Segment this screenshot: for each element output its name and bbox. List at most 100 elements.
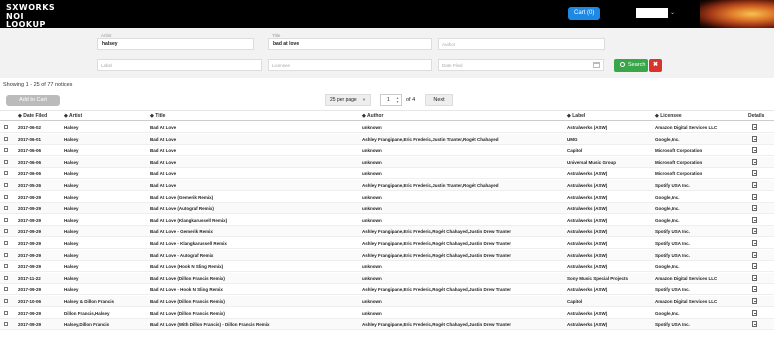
cell-title: Bad At Love: [150, 136, 177, 142]
table-row[interactable]: 2017-06-06 Halsey Bad At Love unknown Capito…: [0, 145, 774, 157]
cell-licensee: Spotify USA Inc.: [655, 287, 690, 293]
artist-field[interactable]: Artist halsey: [97, 33, 254, 50]
document-icon[interactable]: [752, 228, 757, 235]
table-row[interactable]: 2017-11-22 Halsey Bad At Love (Dillon Fran…: [0, 272, 774, 284]
row-checkbox[interactable]: [4, 241, 8, 245]
document-icon[interactable]: [752, 182, 757, 188]
cart-button[interactable]: Cart (0): [568, 7, 601, 20]
table-row[interactable]: 2017-09-29 Halsey Bad At Love (Klangkaruss…: [0, 215, 774, 226]
row-checkbox[interactable]: [4, 171, 8, 176]
row-checkbox[interactable]: [4, 159, 8, 164]
row-checkbox[interactable]: [4, 322, 8, 327]
user-menu[interactable]: [636, 8, 668, 18]
add-to-cart-button[interactable]: Add to Cart: [6, 95, 60, 106]
table-row[interactable]: 2017-10-06 Halsey & Dillon Francis Bad At …: [0, 296, 774, 307]
cell-title: Bad At Love (Gemerik Remix): [150, 194, 214, 200]
row-checkbox[interactable]: [4, 229, 8, 234]
document-icon[interactable]: [752, 263, 757, 270]
sxworks-logo[interactable]: SXWORKS NOI LOOKUP: [6, 4, 56, 29]
calendar-icon[interactable]: [593, 62, 600, 68]
clear-button[interactable]: ✖: [649, 59, 662, 72]
row-checkbox[interactable]: [4, 310, 8, 315]
col-date-filed[interactable]: ◆ Date Filed: [18, 113, 47, 119]
col-licensee[interactable]: ◆ Licensee: [655, 113, 682, 119]
cell-label: Astralwerks (ASW): [567, 171, 608, 177]
document-icon[interactable]: [752, 193, 757, 200]
document-icon[interactable]: [752, 170, 757, 177]
table-row[interactable]: 2017-06-06 Halsey Bad At Love unknown Univer…: [0, 156, 774, 168]
date-filed-field[interactable]: Date Filed: [438, 59, 604, 71]
row-checkbox[interactable]: [4, 217, 8, 222]
table-row[interactable]: 2017-05-26 Halsey Bad At Love Ashley Frangi…: [0, 180, 774, 191]
cell-licensee: Microsoft Corporation: [655, 171, 703, 177]
document-icon[interactable]: [752, 286, 757, 293]
page-number-input[interactable]: 1 ▲ ▼: [380, 94, 402, 106]
cell-artist: Halsey & Dillon Francis: [64, 299, 115, 304]
cell-label: Capitol: [567, 148, 583, 154]
licensee-field[interactable]: Licensee: [268, 59, 432, 71]
cell-artist: Halsey: [64, 148, 79, 154]
cell-artist: Halsey: [64, 217, 79, 223]
table-row[interactable]: 2017-09-29 Halsey Bad At Love (Hook N Slin…: [0, 261, 774, 273]
cell-author: unknown: [362, 171, 382, 177]
row-checkbox[interactable]: [4, 299, 8, 303]
cell-artist: Halsey: [64, 159, 79, 165]
document-icon[interactable]: [752, 135, 757, 142]
cell-artist: Halsey: [64, 264, 79, 270]
col-title[interactable]: ◆ Title: [150, 113, 165, 119]
document-icon[interactable]: [752, 298, 757, 304]
document-icon[interactable]: [752, 251, 757, 258]
spinner-icon[interactable]: ▲ ▼: [396, 96, 399, 104]
cell-title: Bad At Love: [150, 125, 177, 130]
col-artist[interactable]: ◆ Artist: [64, 113, 82, 119]
cell-artist: Halsey: [64, 183, 79, 188]
search-button[interactable]: Search: [614, 59, 648, 72]
table-row[interactable]: 2017-06-06 Halsey Bad At Love unknown Astral…: [0, 168, 774, 180]
cell-artist: Halsey: [64, 194, 79, 200]
per-page-select[interactable]: 25 per page ▼: [325, 94, 371, 106]
table-row[interactable]: 2017-09-29 Halsey Bad At Love - Klangkarus…: [0, 238, 774, 249]
table-row[interactable]: 2017-09-29 Halsey Bad At Love - Hook N Sli…: [0, 284, 774, 296]
row-checkbox[interactable]: [4, 136, 8, 141]
row-checkbox[interactable]: [4, 183, 8, 187]
col-author[interactable]: ◆ Author: [362, 113, 383, 119]
cell-label: Astralwerks (ASW): [567, 310, 608, 316]
document-icon[interactable]: [752, 274, 757, 281]
document-icon[interactable]: [752, 321, 757, 328]
row-checkbox[interactable]: [4, 275, 8, 280]
label-field[interactable]: Label: [97, 59, 262, 71]
table-row[interactable]: 2017-09-29 Halsey Bad At Love (Autograf Re…: [0, 203, 774, 215]
table-header: ◆ Date Filed ◆ Artist ◆ Title ◆ Author ◆…: [0, 110, 774, 121]
document-icon[interactable]: [752, 216, 757, 223]
next-button[interactable]: Next: [425, 94, 453, 106]
artist-value: halsey: [102, 41, 118, 47]
table-row[interactable]: 2017-09-29 Halsey Bad At Love - Autograf R…: [0, 249, 774, 261]
table-row[interactable]: 2017-06-02 Halsey Bad At Love unknown Astral…: [0, 122, 774, 133]
document-icon[interactable]: [752, 147, 757, 154]
document-icon[interactable]: [752, 205, 757, 212]
row-checkbox[interactable]: [4, 148, 8, 153]
cell-author: Ashley Frangipane,Eric Frederic,Rogét Ch…: [362, 241, 512, 246]
document-icon[interactable]: [752, 124, 757, 130]
table-row[interactable]: 2017-06-01 Halsey Bad At Love Ashley Frangi…: [0, 133, 774, 145]
table-row[interactable]: 2017-09-29 Halsey,Dillon Francis Bad At Lo…: [0, 319, 774, 331]
row-checkbox[interactable]: [4, 252, 8, 257]
row-checkbox[interactable]: [4, 125, 8, 129]
table-row[interactable]: 2017-09-29 Halsey Bad At Love - Gemerik Re…: [0, 226, 774, 238]
col-label[interactable]: ◆ Label: [567, 113, 585, 119]
search-icon: [620, 62, 625, 67]
author-field[interactable]: Author: [438, 38, 605, 50]
document-icon[interactable]: [752, 309, 757, 316]
row-checkbox[interactable]: [4, 194, 8, 199]
document-icon[interactable]: [752, 240, 757, 246]
row-checkbox[interactable]: [4, 264, 8, 269]
document-icon[interactable]: [752, 158, 757, 165]
cell-licensee: Google,Inc.: [655, 310, 680, 316]
row-checkbox[interactable]: [4, 287, 8, 292]
row-checkbox[interactable]: [4, 206, 8, 211]
table-row[interactable]: 2017-09-29 Halsey Bad At Love (Gemerik Rem…: [0, 192, 774, 203]
cell-date-filed: 2017-06-06: [18, 171, 42, 177]
title-field[interactable]: Title bad at love: [268, 33, 432, 50]
table-row[interactable]: 2017-09-29 Dillon Francis,Halsey Bad At Lo…: [0, 308, 774, 319]
chevron-down-icon[interactable]: ⌄: [670, 9, 675, 17]
